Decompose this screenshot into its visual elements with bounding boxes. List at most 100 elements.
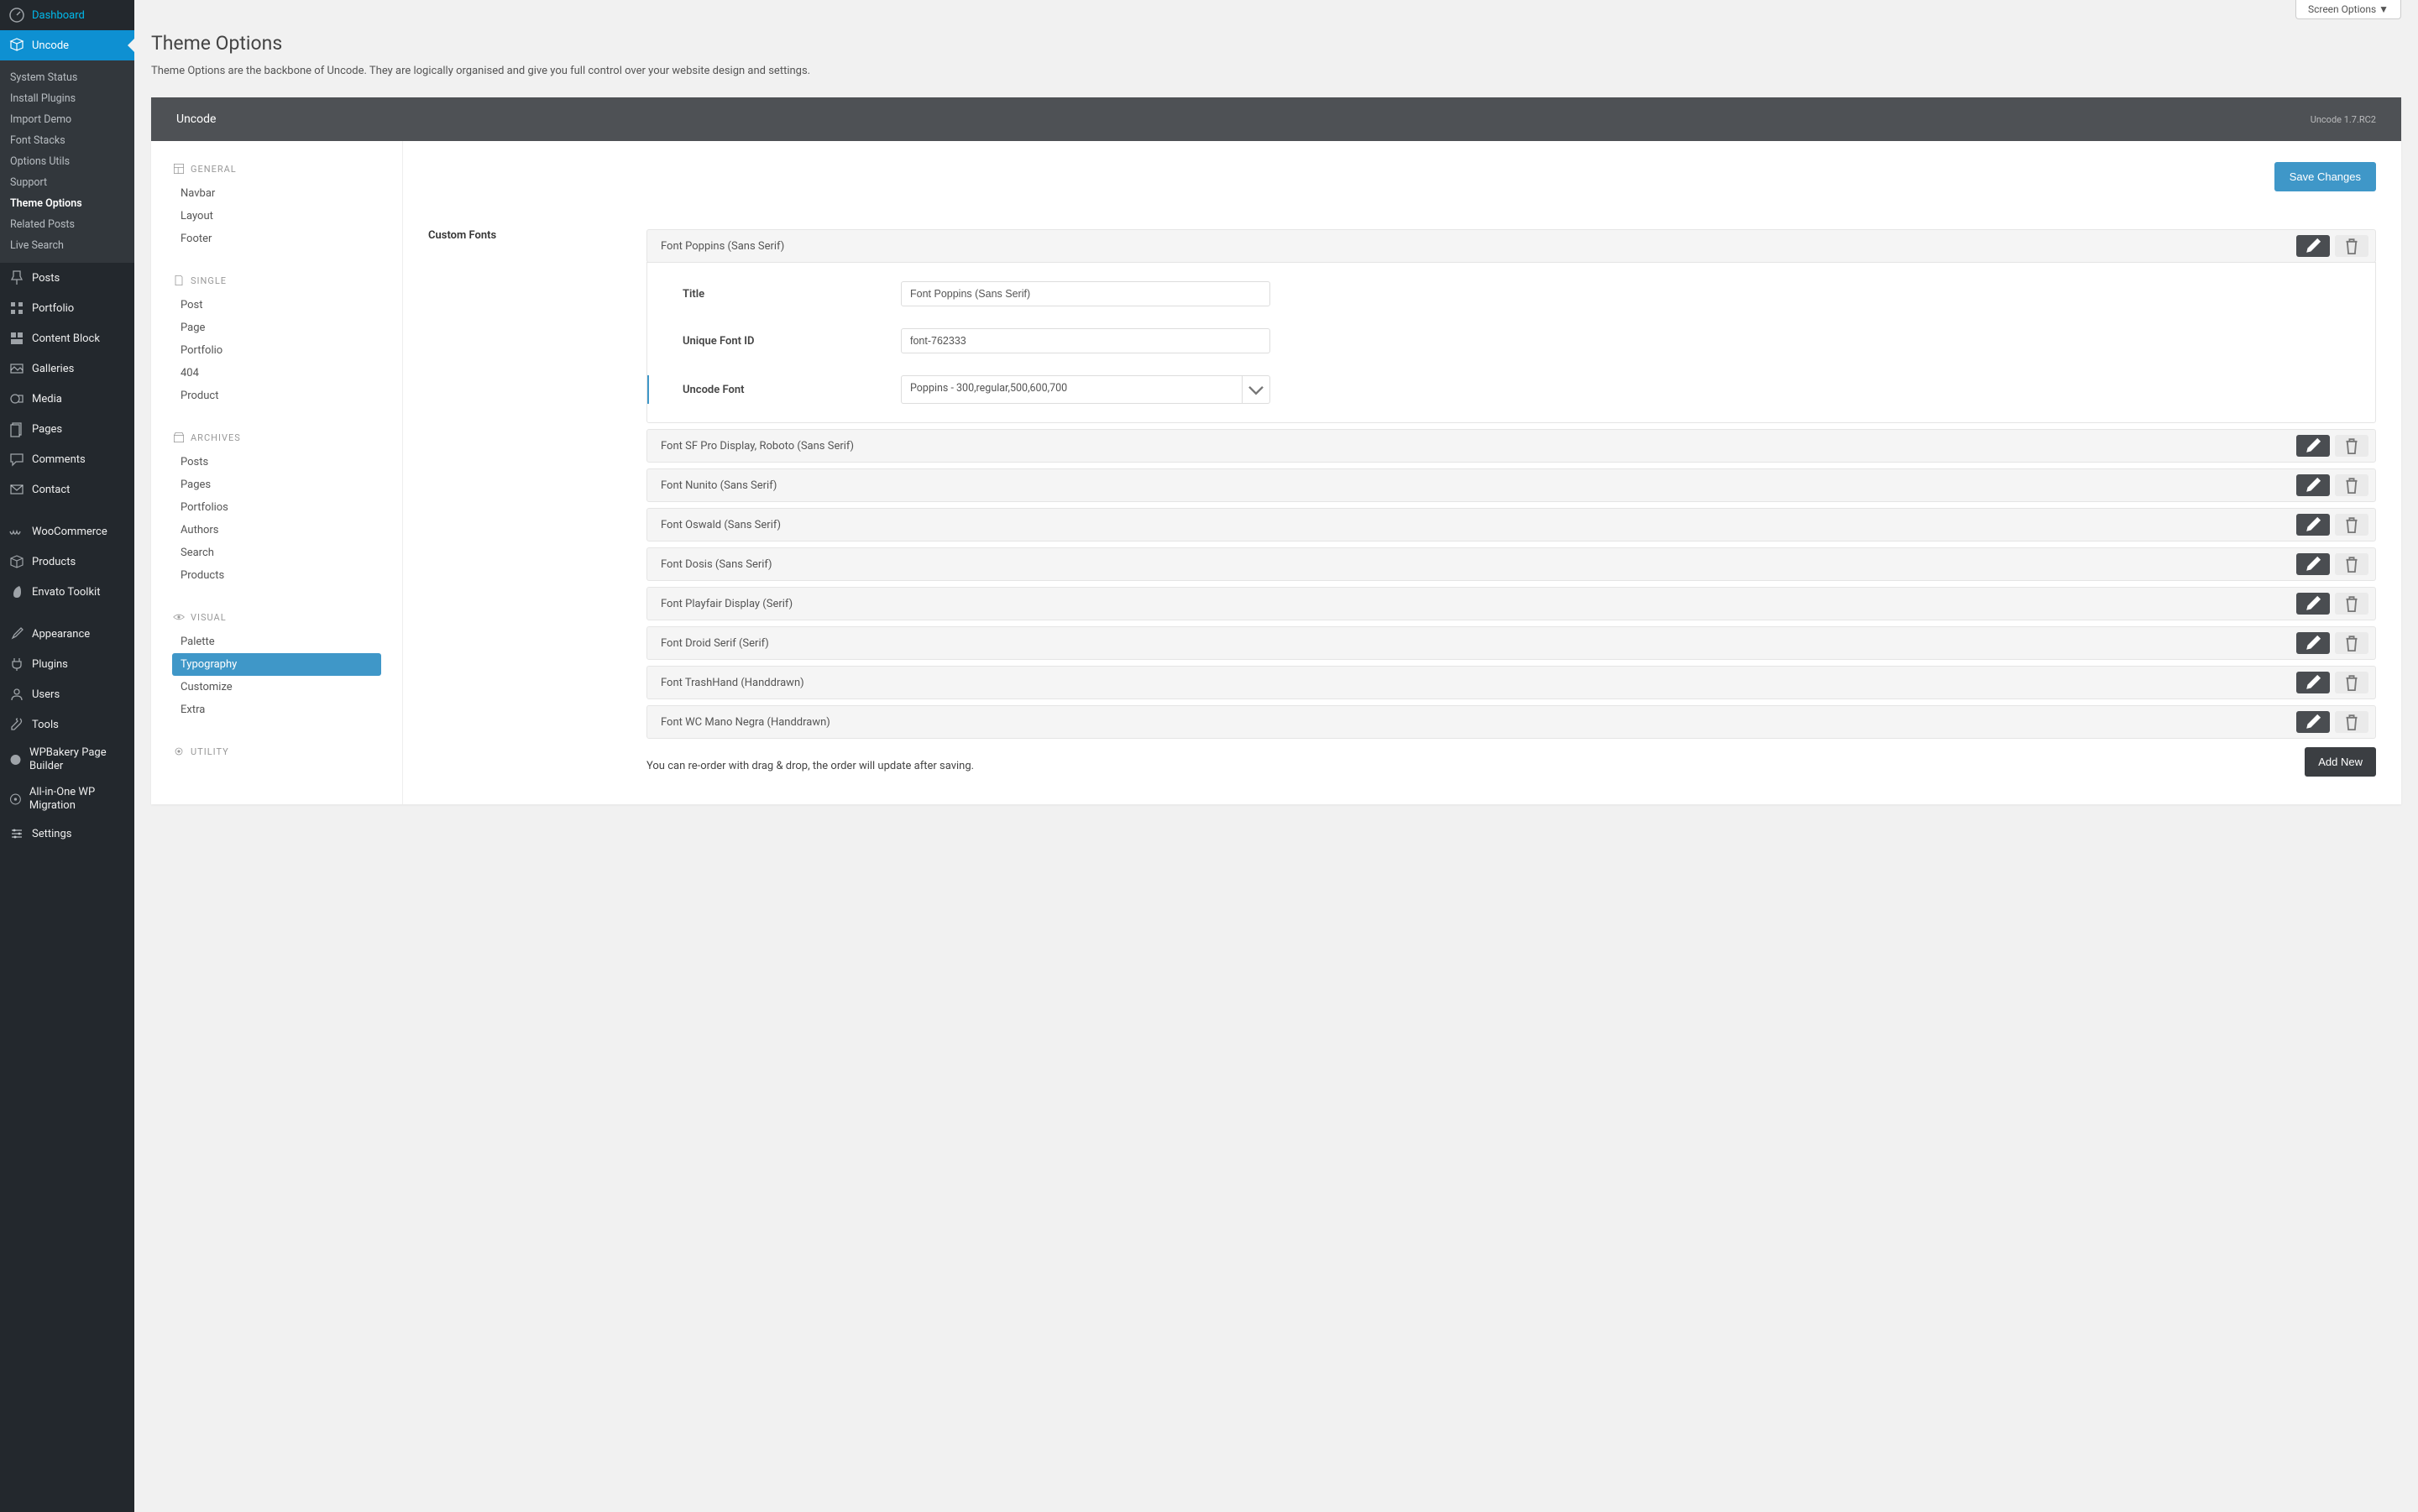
delete-button[interactable]	[2335, 514, 2368, 536]
sidebar-submenu: System Status Install Plugins Import Dem…	[0, 60, 134, 263]
sidebar-item-woocommerce[interactable]: WooCommerce	[0, 516, 134, 547]
section-item-pages[interactable]: Pages	[172, 473, 381, 496]
section-item-404[interactable]: 404	[172, 362, 381, 385]
layout-icon	[172, 162, 186, 175]
sidebar-item-settings[interactable]: Settings	[0, 819, 134, 849]
section-item-product[interactable]: Product	[172, 385, 381, 407]
section-item-palette[interactable]: Palette	[172, 630, 381, 653]
sidebar-item-portfolio[interactable]: Portfolio	[0, 293, 134, 323]
edit-button[interactable]	[2296, 553, 2330, 575]
add-new-button[interactable]: Add New	[2305, 747, 2376, 777]
box-icon	[8, 553, 25, 570]
section-item-posts[interactable]: Posts	[172, 451, 381, 473]
sidebar-item-pages[interactable]: Pages	[0, 414, 134, 444]
envato-icon	[8, 583, 25, 600]
sidebar-item-tools[interactable]: Tools	[0, 709, 134, 740]
edit-button[interactable]	[2296, 474, 2330, 496]
submenu-item-system-status[interactable]: System Status	[0, 67, 134, 88]
submenu-item-font-stacks[interactable]: Font Stacks	[0, 130, 134, 151]
sidebar-item-users[interactable]: Users	[0, 679, 134, 709]
delete-button[interactable]	[2335, 711, 2368, 733]
sidebar-item-label: Contact	[32, 484, 70, 496]
section-item-portfolios[interactable]: Portfolios	[172, 496, 381, 519]
edit-title-input[interactable]	[901, 281, 1270, 306]
sidebar-item-content-block[interactable]: Content Block	[0, 323, 134, 353]
sidebar-item-envato[interactable]: Envato Toolkit	[0, 577, 134, 607]
chevron-down-icon[interactable]	[1242, 375, 1270, 404]
save-button[interactable]: Save Changes	[2274, 162, 2376, 191]
sidebar-item-contact[interactable]: Contact	[0, 474, 134, 505]
delete-button[interactable]	[2335, 553, 2368, 575]
edit-button[interactable]	[2296, 711, 2330, 733]
section-head-label: UTILITY	[191, 746, 229, 757]
sidebar-item-dashboard[interactable]: Dashboard	[0, 0, 134, 30]
section-item-post[interactable]: Post	[172, 294, 381, 317]
font-row[interactable]: Font Playfair Display (Serif)	[646, 587, 2376, 620]
edit-id-input[interactable]	[901, 328, 1270, 353]
section-item-layout[interactable]: Layout	[172, 205, 381, 228]
section-item-navbar[interactable]: Navbar	[172, 182, 381, 205]
edit-button[interactable]	[2296, 632, 2330, 654]
sidebar-item-comments[interactable]: Comments	[0, 444, 134, 474]
sidebar-item-wpbakery[interactable]: WPBakery Page Builder	[0, 740, 134, 779]
delete-button[interactable]	[2335, 593, 2368, 615]
edit-button[interactable]	[2296, 672, 2330, 693]
section-item-typography[interactable]: Typography	[172, 653, 381, 676]
sidebar-item-appearance[interactable]: Appearance	[0, 619, 134, 649]
sidebar-item-migration[interactable]: All-in-One WP Migration	[0, 779, 134, 819]
panel-title: Uncode	[176, 112, 216, 126]
font-row[interactable]: Font Nunito (Sans Serif)	[646, 468, 2376, 502]
plug-icon	[8, 656, 25, 672]
panel-version: Uncode 1.7.RC2	[2311, 114, 2376, 125]
settings-icon	[8, 825, 25, 842]
section-item-footer[interactable]: Footer	[172, 228, 381, 250]
section-item-products[interactable]: Products	[172, 564, 381, 587]
font-row[interactable]: Font TrashHand (Handdrawn)	[646, 666, 2376, 699]
edit-button[interactable]	[2296, 593, 2330, 615]
submenu-item-install-plugins[interactable]: Install Plugins	[0, 88, 134, 109]
font-row[interactable]: Font WC Mano Negra (Handdrawn)	[646, 705, 2376, 739]
sidebar-item-uncode[interactable]: Uncode	[0, 30, 134, 60]
font-row[interactable]: Font Poppins (Sans Serif)	[646, 229, 2376, 263]
section-item-extra[interactable]: Extra	[172, 698, 381, 721]
font-row-name: Font WC Mano Negra (Handdrawn)	[661, 716, 2291, 729]
font-row[interactable]: Font Oswald (Sans Serif)	[646, 508, 2376, 541]
edit-button[interactable]	[2296, 514, 2330, 536]
edit-id-label: Unique Font ID	[683, 335, 901, 348]
dashboard-icon	[8, 7, 25, 24]
section-item-customize[interactable]: Customize	[172, 676, 381, 698]
delete-button[interactable]	[2335, 632, 2368, 654]
delete-button[interactable]	[2335, 474, 2368, 496]
delete-button[interactable]	[2335, 672, 2368, 693]
font-edit-panel: Title Unique Font ID Uncode Font	[646, 262, 2376, 423]
uncode-font-select[interactable]: Poppins - 300,regular,500,600,700	[901, 375, 1270, 404]
delete-button[interactable]	[2335, 235, 2368, 257]
delete-button[interactable]	[2335, 435, 2368, 457]
sidebar-item-galleries[interactable]: Galleries	[0, 353, 134, 384]
font-row[interactable]: Font Dosis (Sans Serif)	[646, 547, 2376, 581]
sidebar-item-posts[interactable]: Posts	[0, 263, 134, 293]
section-item-page[interactable]: Page	[172, 317, 381, 339]
sidebar-item-products[interactable]: Products	[0, 547, 134, 577]
font-row[interactable]: Font Droid Serif (Serif)	[646, 626, 2376, 660]
edit-button[interactable]	[2296, 435, 2330, 457]
submenu-item-options-utils[interactable]: Options Utils	[0, 151, 134, 172]
sidebar-item-label: Products	[32, 556, 76, 568]
sidebar-item-label: Content Block	[32, 332, 100, 345]
section-item-portfolio[interactable]: Portfolio	[172, 339, 381, 362]
sidebar-item-plugins[interactable]: Plugins	[0, 649, 134, 679]
sidebar-item-media[interactable]: Media	[0, 384, 134, 414]
submenu-item-import-demo[interactable]: Import Demo	[0, 109, 134, 130]
sidebar-item-label: Comments	[32, 453, 86, 466]
sidebar-item-label: Portfolio	[32, 302, 74, 315]
submenu-item-support[interactable]: Support	[0, 172, 134, 193]
submenu-item-live-search[interactable]: Live Search	[0, 235, 134, 256]
section-item-authors[interactable]: Authors	[172, 519, 381, 541]
mail-icon	[8, 481, 25, 498]
screen-options-toggle[interactable]: Screen Options ▼	[2295, 0, 2401, 19]
submenu-item-theme-options[interactable]: Theme Options	[0, 193, 134, 214]
submenu-item-related-posts[interactable]: Related Posts	[0, 214, 134, 235]
section-item-search[interactable]: Search	[172, 541, 381, 564]
font-row[interactable]: Font SF Pro Display, Roboto (Sans Serif)	[646, 429, 2376, 463]
edit-button[interactable]	[2296, 235, 2330, 257]
